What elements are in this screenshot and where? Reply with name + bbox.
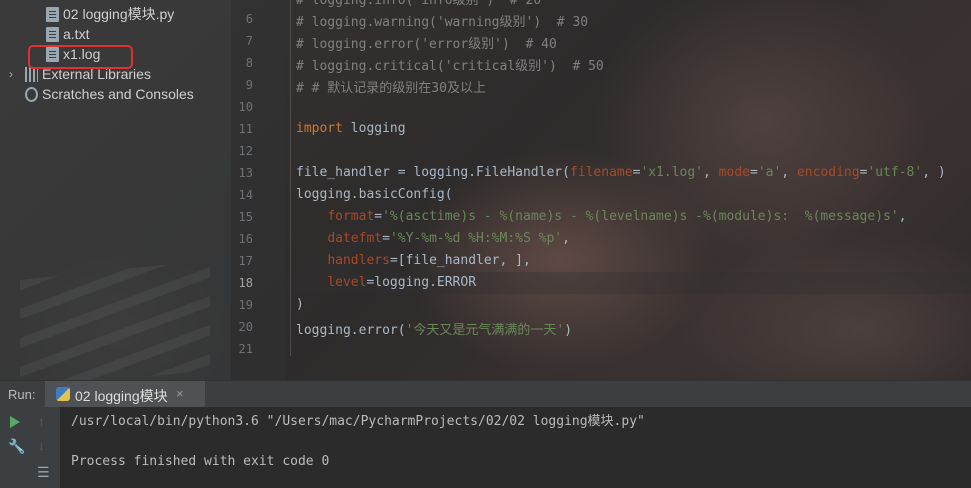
run-toolbar: Run: 02 logging模块 ×	[0, 380, 971, 408]
chevron-right-icon[interactable]: ›	[9, 67, 13, 81]
code-line[interactable]: import logging	[296, 121, 406, 136]
text-file-icon	[46, 27, 59, 42]
string-literal: 'a'	[757, 165, 782, 180]
code-line-current[interactable]: level=logging.ERROR	[296, 275, 476, 290]
param-name: handlers	[327, 253, 390, 268]
library-icon	[25, 67, 38, 82]
indent-guide	[290, 0, 291, 356]
code-text: ,	[898, 209, 907, 224]
string-literal: '今天又是元气满满的一天'	[405, 323, 565, 338]
line-number: 10	[238, 100, 253, 114]
param-name: datefmt	[327, 231, 383, 246]
tree-item-logging-module[interactable]: 02 logging模块.py	[46, 4, 174, 24]
code-text: file_handler = logging.FileHandler(	[296, 165, 570, 180]
param-name: mode	[718, 165, 750, 180]
line-number: 20	[238, 320, 253, 334]
line-number: 9	[245, 78, 253, 92]
run-tab-label: 02 logging模块	[75, 388, 168, 404]
line-number: 17	[238, 254, 253, 268]
tree-item-label: 02 logging模块.py	[63, 6, 175, 22]
code-line[interactable]: logging.basicConfig(	[296, 187, 453, 202]
code-line[interactable]: # logging.critical('critical级别') # 50	[296, 55, 604, 74]
line-number: 21	[238, 342, 253, 356]
play-icon[interactable]	[10, 416, 20, 428]
python-icon	[56, 387, 70, 401]
string-literal: '%(asctime)s - %(name)s - %(levelname)s …	[382, 209, 899, 224]
code-text: ,	[562, 231, 570, 246]
code-line[interactable]: file_handler = logging.FileHandler(filen…	[296, 165, 946, 180]
tree-item-a-txt[interactable]: a.txt	[46, 24, 89, 44]
code-text: ,	[703, 165, 719, 180]
run-label: Run:	[8, 387, 36, 402]
close-icon[interactable]: ×	[176, 386, 184, 401]
param-name: filename	[569, 165, 633, 180]
code-text: )	[564, 323, 573, 338]
keyword: import	[296, 121, 343, 136]
tree-item-label: a.txt	[63, 26, 90, 42]
code-text: , )	[922, 165, 946, 180]
python-file-icon	[46, 7, 59, 22]
line-number: 7	[245, 34, 253, 48]
code-text: =logging.ERROR	[366, 275, 477, 290]
highlight-box	[28, 45, 133, 69]
string-literal: 'x1.log'	[640, 165, 704, 180]
line-number: 6	[245, 12, 253, 26]
line-number: 19	[238, 298, 253, 312]
code-line[interactable]: logging.error('今天又是元气满满的一天')	[296, 319, 572, 338]
param-name: level	[327, 275, 367, 290]
code-text: =[file_handler, ],	[389, 253, 531, 268]
line-number: 14	[238, 188, 253, 202]
code-line[interactable]: # logging.warning('warning级别') # 30	[296, 11, 588, 30]
param-name: encoding	[796, 165, 860, 180]
soft-wrap-icon[interactable]: ☰	[37, 464, 50, 481]
code-line[interactable]: format='%(asctime)s - %(name)s - %(level…	[296, 209, 907, 224]
output-line: /usr/local/bin/python3.6 "/Users/mac/Pyc…	[71, 414, 645, 429]
param-name: format	[327, 209, 375, 224]
code-text: logging	[342, 121, 406, 136]
tree-item-label: Scratches and Consoles	[42, 86, 194, 102]
string-literal: 'utf-8'	[867, 165, 923, 180]
code-line[interactable]: handlers=[file_handler, ],	[296, 253, 531, 268]
code-line[interactable]: )	[296, 297, 304, 312]
tree-item-scratches[interactable]: Scratches and Consoles	[25, 84, 194, 104]
string-literal: '%Y-%m-%d %H:%M:%S %p'	[389, 231, 563, 246]
line-number: 15	[238, 210, 253, 224]
output-line: Process finished with exit code 0	[71, 454, 330, 469]
code-text: ,	[781, 165, 797, 180]
wrench-icon[interactable]: 🔧	[8, 438, 25, 455]
line-number-current: 18	[238, 276, 253, 290]
line-number: 16	[238, 232, 253, 246]
arrow-down-icon[interactable]: ↓	[38, 438, 45, 453]
line-number: 13	[238, 166, 253, 180]
arrow-up-icon[interactable]: ↑	[38, 414, 45, 429]
code-line[interactable]: # logging.info('info级别') # 20	[296, 0, 541, 8]
code-line[interactable]: # # 默认记录的级别在30及以上	[296, 77, 486, 96]
code-text: logging.error(	[296, 323, 406, 338]
line-number: 11	[238, 122, 253, 136]
line-number: 12	[238, 144, 253, 158]
code-line[interactable]: # logging.error('error级别') # 40	[296, 33, 557, 52]
scratches-icon	[25, 87, 38, 102]
line-number: 8	[245, 56, 253, 70]
code-line[interactable]: datefmt='%Y-%m-%d %H:%M:%S %p',	[296, 231, 570, 246]
